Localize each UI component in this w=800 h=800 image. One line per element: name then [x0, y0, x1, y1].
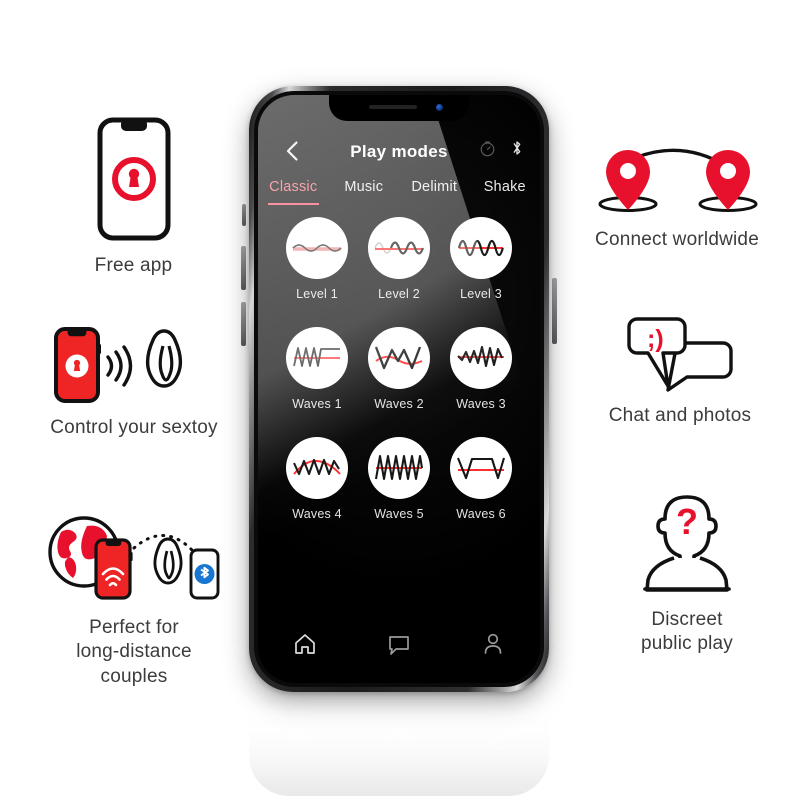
wave-sine-high-icon — [450, 217, 512, 279]
timer-icon[interactable] — [479, 140, 496, 157]
phone-signal-toy-icon — [53, 326, 215, 404]
chat-bubble-icon[interactable] — [386, 631, 412, 657]
mode-label: Level 1 — [296, 287, 338, 301]
phone-screen: Play modes Classic Music Delimit Shake L… — [258, 95, 540, 683]
home-icon[interactable] — [292, 631, 318, 657]
mode-cell[interactable]: Level 1 — [286, 217, 348, 301]
person-icon[interactable] — [480, 631, 506, 657]
volume-down-button[interactable] — [241, 302, 246, 346]
phone-mockup: Play modes Classic Music Delimit Shake L… — [241, 86, 557, 698]
header-icon-group — [479, 139, 524, 157]
mode-label: Level 2 — [378, 287, 420, 301]
wave-big-vw-icon — [368, 327, 430, 389]
mode-label: Waves 1 — [292, 397, 342, 411]
feature-caption: Chat and photos — [608, 405, 752, 426]
tab-delimit[interactable]: Delimit — [399, 179, 470, 195]
person-icon-reflection — [486, 726, 512, 752]
phone-with-logo-icon — [96, 116, 172, 242]
feature-caption: Connect worldwide — [595, 229, 759, 250]
feature-discreet-public-play: ? Discreet public play — [598, 492, 776, 657]
speech-bubbles-icon: ;) — [625, 316, 735, 392]
tab-shake[interactable]: Shake — [470, 179, 541, 195]
mode-label: Level 3 — [460, 287, 502, 301]
phone-frame: Play modes Classic Music Delimit Shake L… — [249, 86, 549, 692]
app-header: Play modes — [258, 135, 540, 169]
mode-label: Waves 2 — [374, 397, 424, 411]
wave-sine-low-icon — [286, 217, 348, 279]
mode-cell[interactable]: Level 3 — [450, 217, 512, 301]
mode-cell[interactable]: Waves 5 — [368, 437, 430, 521]
mode-cell[interactable]: Waves 3 — [450, 327, 512, 411]
mode-label: Waves 5 — [374, 507, 424, 521]
feature-caption: Perfect for long-distance couples — [76, 617, 192, 687]
mute-switch[interactable] — [242, 204, 246, 226]
bottom-navigation — [258, 623, 540, 665]
mode-label: Waves 3 — [456, 397, 506, 411]
wave-small-then-spikes-icon — [450, 327, 512, 389]
tab-music[interactable]: Music — [329, 179, 400, 195]
app-screen: Play modes Classic Music Delimit Shake L… — [258, 95, 540, 683]
feature-free-app: Free app — [36, 116, 231, 278]
volume-up-button[interactable] — [241, 246, 246, 290]
mode-cell[interactable]: Waves 2 — [368, 327, 430, 411]
wave-zigzag-plateau-icon — [286, 327, 348, 389]
emoticon-text: ;) — [647, 325, 664, 353]
feature-chat-and-photos: ;) Chat and photos — [586, 316, 774, 428]
tab-classic[interactable]: Classic — [258, 179, 329, 205]
wave-triangle-uniform-icon — [368, 437, 430, 499]
feature-long-distance: Perfect for long-distance couples — [14, 512, 254, 689]
play-mode-grid: Level 1 Level 2 Level 3 Waves 1 Waves 2 … — [276, 217, 522, 521]
anonymous-person-icon: ? — [632, 492, 742, 596]
globe-phone-toy-bluetooth-icon — [39, 512, 229, 604]
power-button[interactable] — [552, 278, 557, 344]
mode-label: Waves 6 — [456, 507, 506, 521]
feature-caption: Discreet public play — [641, 609, 733, 655]
earpiece-speaker — [369, 105, 417, 109]
feature-caption: Control your sextoy — [50, 417, 218, 438]
question-mark-glyph: ? — [676, 501, 698, 542]
bluetooth-icon[interactable] — [510, 139, 524, 157]
wave-sine-medium-icon — [368, 217, 430, 279]
mode-label: Waves 4 — [292, 507, 342, 521]
reflection-nav-icons — [249, 718, 549, 760]
front-camera — [436, 104, 443, 111]
home-icon-reflection — [286, 726, 312, 752]
feature-caption: Free app — [94, 255, 173, 276]
phone-bezel: Play modes Classic Music Delimit Shake L… — [254, 91, 544, 687]
mode-tabs: Classic Music Delimit Shake — [258, 179, 540, 209]
mode-cell[interactable]: Level 2 — [368, 217, 430, 301]
two-map-pins-icon — [588, 142, 766, 216]
mode-cell[interactable]: Waves 4 — [286, 437, 348, 521]
wave-trapezoid-pulse-icon — [450, 437, 512, 499]
wave-zigzag-arc-icon — [286, 437, 348, 499]
phone-notch — [329, 95, 469, 121]
feature-control-sextoy: Control your sextoy — [18, 326, 250, 440]
chat-bubble-icon-reflection — [386, 726, 412, 752]
phone-reflection — [249, 700, 549, 796]
mode-cell[interactable]: Waves 6 — [450, 437, 512, 521]
mode-cell[interactable]: Waves 1 — [286, 327, 348, 411]
feature-connect-worldwide: Connect worldwide — [572, 142, 782, 252]
poster-stage: Free app Control your sextoy Perfect for… — [0, 0, 800, 800]
